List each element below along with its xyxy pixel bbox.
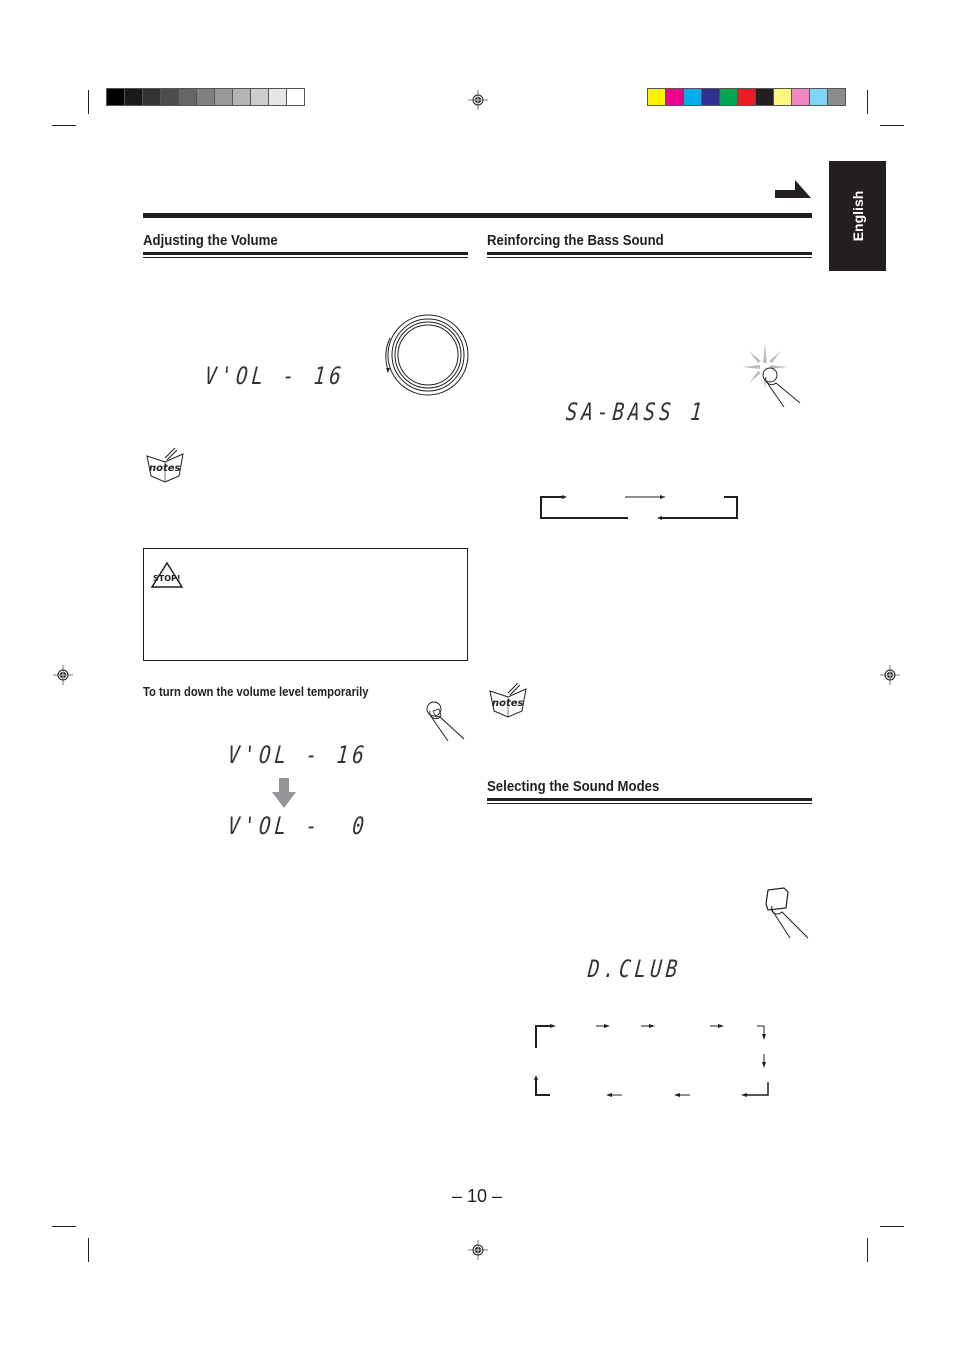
crop-mark <box>52 1226 76 1227</box>
crop-mark <box>880 1226 904 1227</box>
registration-mark-icon <box>53 665 73 685</box>
section-rule <box>487 252 812 258</box>
crop-mark <box>880 125 904 126</box>
crop-mark <box>52 125 76 126</box>
sound-mode-display: D.CLUB <box>586 955 683 983</box>
registration-mark-icon <box>468 90 488 110</box>
color-swatch <box>828 89 845 105</box>
volume-display-after: V'OL - 0 <box>226 812 370 840</box>
volume-dial-icon <box>385 314 469 396</box>
color-swatch <box>738 89 756 105</box>
registration-mark-icon <box>880 665 900 685</box>
color-swatch <box>702 89 720 105</box>
color-swatch <box>287 89 304 105</box>
svg-text:STOP!: STOP! <box>153 574 181 583</box>
color-swatch <box>215 89 233 105</box>
color-swatch <box>666 89 684 105</box>
caution-box: STOP! <box>143 548 468 661</box>
section-title-bass: Reinforcing the Bass Sound <box>487 232 664 249</box>
notes-icon: notes <box>489 683 527 718</box>
section-rule <box>487 798 812 804</box>
bass-cycle-diagram <box>540 495 738 520</box>
color-swatch <box>179 89 197 105</box>
volume-display-before: V'OL - 16 <box>226 741 370 769</box>
sound-mode-cycle-diagram <box>534 1024 769 1097</box>
finger-press-square-button-icon <box>765 887 809 939</box>
color-swatch <box>756 89 774 105</box>
subheading-temporary-mute: To turn down the volume level temporaril… <box>143 685 369 699</box>
crop-mark <box>88 1238 89 1262</box>
crop-mark <box>867 90 868 114</box>
section-title-volume: Adjusting the Volume <box>143 232 278 249</box>
svg-text:notes: notes <box>492 698 524 709</box>
color-swatch <box>125 89 143 105</box>
registration-mark-icon <box>468 1240 488 1260</box>
color-swatch <box>251 89 269 105</box>
color-swatch <box>161 89 179 105</box>
stop-icon: STOP! <box>150 561 184 588</box>
language-tab-label: English <box>849 190 866 242</box>
crop-mark <box>88 90 89 114</box>
bass-display: SA-BASS 1 <box>564 398 708 426</box>
page-number: – 10 – <box>451 1186 503 1206</box>
grayscale-color-bar <box>106 88 305 106</box>
color-swatch <box>107 89 125 105</box>
continue-arrow-icon <box>775 180 811 198</box>
color-swatch <box>233 89 251 105</box>
language-tab: English <box>829 161 886 271</box>
color-swatch <box>143 89 161 105</box>
svg-text:notes: notes <box>149 463 181 474</box>
finger-press-flashing-button-icon <box>742 343 801 408</box>
color-swatch <box>269 89 287 105</box>
finger-press-button-icon <box>426 701 465 742</box>
color-swatch <box>774 89 792 105</box>
notes-icon: notes <box>146 448 184 483</box>
color-swatch <box>810 89 828 105</box>
crop-mark <box>867 1238 868 1262</box>
volume-display: V'OL - 16 <box>203 362 347 390</box>
color-swatch <box>684 89 702 105</box>
color-swatch <box>197 89 215 105</box>
color-swatch <box>720 89 738 105</box>
down-arrow-icon <box>272 778 296 808</box>
section-title-sound-modes: Selecting the Sound Modes <box>487 778 660 795</box>
color-swatch <box>792 89 810 105</box>
top-rule <box>143 213 812 218</box>
section-rule <box>143 252 468 258</box>
color-swatch <box>648 89 666 105</box>
cmyk-color-bar <box>647 88 846 106</box>
